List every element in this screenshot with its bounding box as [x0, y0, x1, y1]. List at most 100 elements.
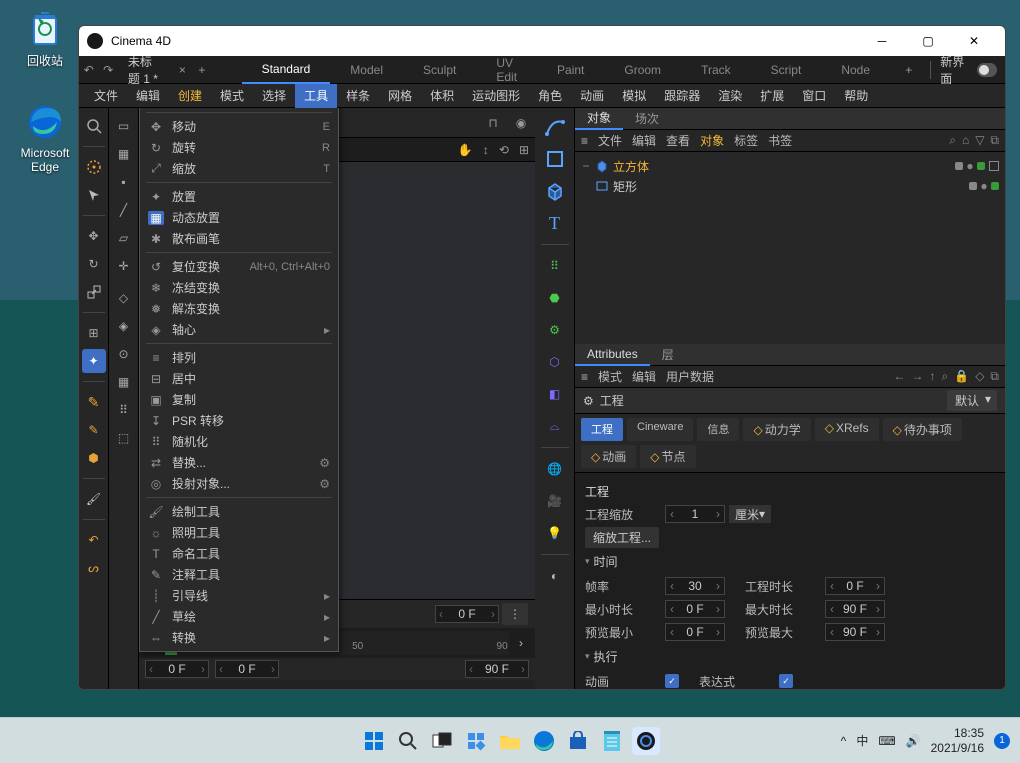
object-tree[interactable]: − 立方体 ⦁ 矩形 ⦁ [575, 152, 1005, 344]
obj-menu-tags[interactable]: 标签 [734, 132, 758, 149]
bend-icon[interactable]: ⌓ [538, 411, 572, 441]
menu-randomize[interactable]: ⠿随机化 [140, 431, 338, 452]
menu-commander[interactable]: ⌕命令器Shift+C [140, 108, 338, 109]
titlebar[interactable]: Cinema 4D ─ ▢ ✕ [79, 26, 1005, 56]
obj-menu-file[interactable]: 文件 [598, 132, 622, 149]
plus-icon[interactable]: + [900, 58, 918, 82]
menu-tracker[interactable]: 跟踪器 [655, 84, 709, 108]
soft-select-icon[interactable]: ◉ [507, 111, 535, 135]
menu-dyn-place[interactable]: ▦动态放置 [140, 207, 338, 228]
placement-icon[interactable]: ✦ [82, 349, 106, 373]
attr-menu-mode[interactable]: 模式 [598, 368, 622, 385]
menu-project-obj[interactable]: ◎投射对象...⚙ [140, 473, 338, 494]
chip-todo[interactable]: ◇待办事项 [883, 418, 962, 441]
move-tool-icon[interactable]: ✥ [82, 224, 106, 248]
tray-keyboard-icon[interactable]: ⌨ [878, 734, 895, 748]
primitive-cube-icon[interactable] [538, 176, 572, 206]
edge-mode-icon[interactable]: ╱ [112, 198, 136, 222]
tl-current-frame[interactable]: 0 F [435, 605, 499, 623]
menu-paint-tool[interactable]: 🖌绘制工具 [140, 501, 338, 522]
input-mintime[interactable]: 0 F [665, 600, 725, 618]
cursor-icon[interactable] [82, 183, 106, 207]
axis-mode-icon[interactable]: ✛ [112, 254, 136, 278]
menu-psr-transfer[interactable]: ↧PSR 转移 [140, 410, 338, 431]
menu-volume[interactable]: 体积 [421, 84, 463, 108]
desktop-recycle-bin[interactable]: 回收站 [10, 8, 80, 69]
knife2-icon[interactable]: ✎ [82, 418, 106, 442]
undo-tool-icon[interactable]: ↶ [82, 528, 106, 552]
tl-range-cur[interactable]: 0 F [215, 660, 279, 678]
menu-window[interactable]: 窗口 [793, 84, 835, 108]
obj-search-icon[interactable]: ⌕ [949, 133, 956, 148]
tab-layers[interactable]: 层 [650, 344, 686, 366]
tl-range-end[interactable]: 90 F [465, 660, 529, 678]
material-icon[interactable]: ◐ [538, 561, 572, 591]
attr-search-icon[interactable]: ⌕ [942, 369, 949, 384]
menu-unfreeze[interactable]: ❅解冻变换 [140, 298, 338, 319]
menu-create[interactable]: 创建 [169, 84, 211, 108]
attr-burger-icon[interactable]: ≡ [581, 370, 588, 384]
menu-reset-psr[interactable]: ↺复位变换Alt+0, Ctrl+Alt+0 [140, 256, 338, 277]
texture-mode-icon[interactable]: ▦ [112, 142, 136, 166]
layout-tab-script[interactable]: Script [751, 56, 822, 84]
scale-tool-icon[interactable] [82, 280, 106, 304]
attr-menu-userdata[interactable]: 用户数据 [666, 368, 714, 385]
menu-scatter-pen[interactable]: ✱散布画笔 [140, 228, 338, 249]
input-duration[interactable]: 0 F [825, 577, 885, 595]
vp-max-icon[interactable]: ⊞ [519, 143, 529, 157]
model-mode-icon[interactable]: ▭ [112, 114, 136, 138]
menu-light-tool[interactable]: ☼照明工具 [140, 522, 338, 543]
chip-info[interactable]: 信息 [697, 418, 739, 441]
globe-icon[interactable]: 🌐 [538, 454, 572, 484]
menu-doodle[interactable]: ╱草绘▸ [140, 606, 338, 627]
new-ui-toggle[interactable] [977, 63, 997, 77]
input-maxtime[interactable]: 90 F [825, 600, 885, 618]
attr-back-icon[interactable]: ← [894, 369, 906, 384]
menu-character[interactable]: 角色 [529, 84, 571, 108]
poly-pen-icon[interactable]: ⬢ [82, 446, 106, 470]
desktop-edge[interactable]: Microsoft Edge [10, 102, 80, 174]
menu-guides[interactable]: ┊引导线▸ [140, 585, 338, 606]
deformer-icon[interactable]: ◧ [538, 379, 572, 409]
store-icon[interactable] [564, 727, 592, 755]
edge-taskbar-icon[interactable] [530, 727, 558, 755]
menu-scale[interactable]: ⤢缩放T [140, 158, 338, 179]
document-tab[interactable]: 未标题 1 * [118, 53, 173, 87]
notepad-icon[interactable] [598, 727, 626, 755]
chip-cineware[interactable]: Cineware [627, 418, 693, 441]
menu-render[interactable]: 渲染 [709, 84, 751, 108]
menu-axis[interactable]: ◈轴心▸ [140, 319, 338, 340]
tab-takes[interactable]: 场次 [623, 108, 671, 130]
obj-menu-bookmarks[interactable]: 书签 [768, 132, 792, 149]
redo-icon[interactable]: ↷ [100, 58, 115, 82]
chip-dynamics[interactable]: ◇动力学 [743, 418, 810, 441]
expander-icon[interactable]: − [581, 159, 591, 173]
tl-scroll-right[interactable]: › [514, 632, 528, 654]
spiral-icon[interactable]: ᔕ [82, 556, 106, 580]
magnet-icon[interactable]: ⊓ [479, 111, 507, 135]
menu-convert[interactable]: ⇔转换▸ [140, 627, 338, 648]
snap-icon[interactable]: ⊙ [112, 342, 136, 366]
menu-mode[interactable]: 模式 [211, 84, 253, 108]
workplane-icon[interactable]: ▦ [112, 370, 136, 394]
input-fps[interactable]: 30 [665, 577, 725, 595]
layout-tab-groom[interactable]: Groom [604, 56, 681, 84]
field-icon[interactable]: ⠿ [538, 251, 572, 281]
layer-dots-icon[interactable]: ⦁ [967, 159, 973, 174]
tab-objects[interactable]: 对象 [575, 108, 623, 130]
menu-help[interactable]: 帮助 [835, 84, 877, 108]
attr-popout-icon[interactable]: ⧉ [990, 369, 999, 384]
menu-duplicate[interactable]: ▣复制 [140, 389, 338, 410]
tray-clock[interactable]: 18:35 2021/9/16 [931, 726, 984, 755]
quantize-icon[interactable]: ⠿ [112, 398, 136, 422]
attr-new-icon[interactable]: ◇ [975, 369, 984, 384]
object-row-cube[interactable]: − 立方体 ⦁ [581, 156, 999, 176]
viewport-solo-icon[interactable]: ◈ [112, 314, 136, 338]
menu-mesh[interactable]: 网格 [379, 84, 421, 108]
attr-preset-combo[interactable]: 默认▾ [947, 390, 997, 411]
menu-simulate[interactable]: 模拟 [613, 84, 655, 108]
bulb-icon[interactable]: 💡 [538, 518, 572, 548]
tab-attributes[interactable]: Attributes [575, 344, 650, 366]
menu-arrange[interactable]: ≡排列 [140, 347, 338, 368]
chip-nodes[interactable]: ◇节点 [640, 445, 695, 468]
